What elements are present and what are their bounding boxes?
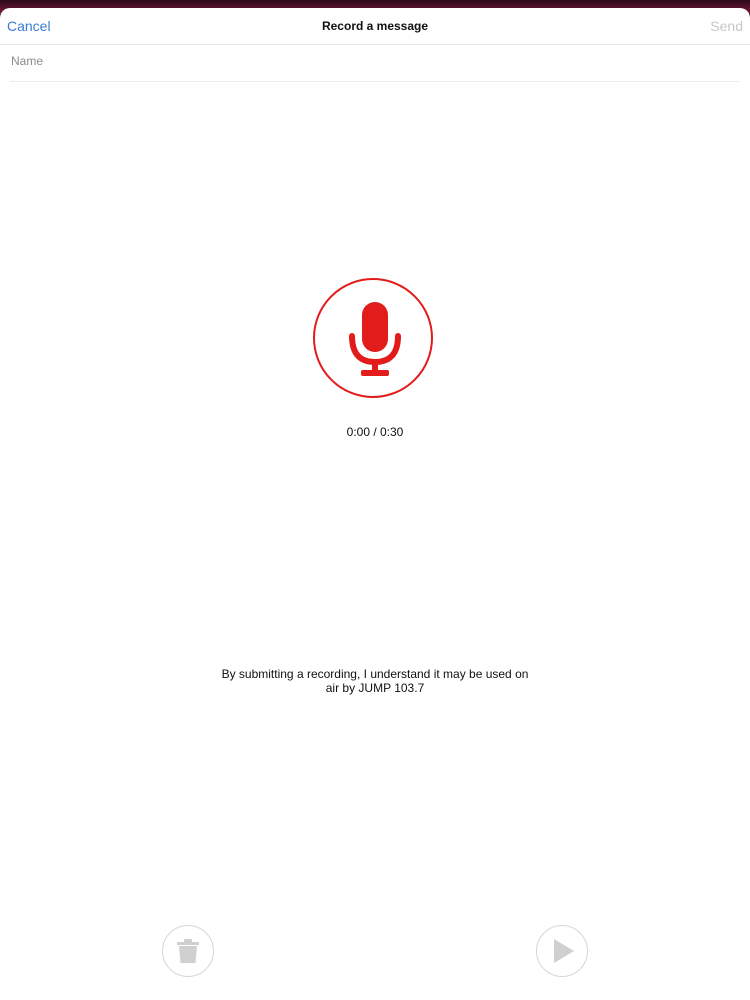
disclaimer-line-1: By submitting a recording, I understand … — [221, 667, 529, 681]
record-button[interactable] — [313, 278, 433, 398]
delete-recording-button[interactable] — [162, 925, 214, 977]
trash-icon — [177, 939, 199, 963]
submission-disclaimer: By submitting a recording, I understand … — [200, 667, 550, 695]
recording-timer: 0:00 / 0:30 — [346, 425, 404, 439]
disclaimer-line-2: air by JUMP 103.7 — [325, 681, 425, 695]
play-recording-button[interactable] — [536, 925, 588, 977]
name-input[interactable] — [11, 54, 711, 68]
send-button[interactable]: Send — [710, 18, 743, 34]
page-title: Record a message — [321, 19, 429, 33]
microphone-icon — [349, 302, 401, 376]
play-icon — [554, 939, 574, 963]
record-message-sheet: Cancel Record a message Send 0:00 / 0:30… — [0, 8, 750, 1000]
navigation-bar: Cancel Record a message Send — [0, 8, 750, 45]
name-row — [10, 45, 740, 82]
